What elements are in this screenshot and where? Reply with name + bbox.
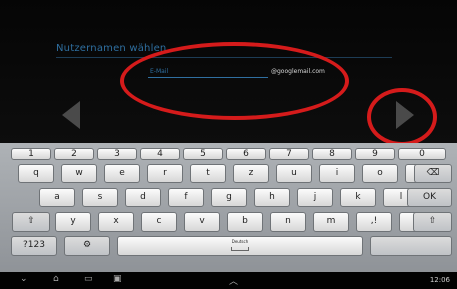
key-v[interactable]: v (184, 212, 220, 232)
system-navigation-bar: ⌄ ⌂ ▭ ▣ ︿ 12:06 (0, 272, 457, 289)
setup-screen: Nutzernamen wählen E-Mail @googlemail.co… (0, 0, 457, 289)
ok-key[interactable]: OK (407, 188, 452, 207)
screenshot-icon[interactable]: ▣ (113, 274, 122, 284)
email-highlight-oval (120, 42, 349, 120)
key-g[interactable]: g (211, 188, 247, 207)
key-o[interactable]: o (362, 164, 398, 183)
key-h[interactable]: h (254, 188, 290, 207)
back-chevron-icon[interactable]: ⌄ (20, 274, 28, 284)
spacebar-language-label: Deutsch (231, 239, 249, 244)
key-u[interactable]: u (276, 164, 312, 183)
key-7[interactable]: 7 (269, 148, 309, 160)
key-x[interactable]: x (98, 212, 134, 232)
key-3[interactable]: 3 (97, 148, 137, 160)
unused-right-key[interactable] (370, 236, 452, 256)
status-clock: 12:06 (429, 276, 450, 284)
key-y[interactable]: y (55, 212, 91, 232)
comma-exclamation-key[interactable]: ,! (356, 212, 392, 232)
settings-gear-icon[interactable]: ⚙ (64, 236, 110, 256)
key-r[interactable]: r (147, 164, 183, 183)
key-0[interactable]: 0 (398, 148, 446, 160)
backspace-key[interactable]: ⌫ (414, 164, 452, 183)
key-1[interactable]: 1 (11, 148, 51, 160)
symbols-key[interactable]: ?123 (11, 236, 57, 256)
key-8[interactable]: 8 (312, 148, 352, 160)
key-n[interactable]: n (270, 212, 306, 232)
account-setup-panel: Nutzernamen wählen E-Mail @googlemail.co… (0, 0, 457, 146)
key-2[interactable]: 2 (54, 148, 94, 160)
home-icon[interactable]: ⌂ (53, 274, 59, 284)
key-6[interactable]: 6 (226, 148, 266, 160)
key-4[interactable]: 4 (140, 148, 180, 160)
key-s[interactable]: s (82, 188, 118, 207)
right-shift-key[interactable]: ⇧ (413, 212, 452, 232)
key-w[interactable]: w (61, 164, 97, 183)
recent-apps-icon[interactable]: ▭ (84, 274, 93, 284)
key-d[interactable]: d (125, 188, 161, 207)
key-j[interactable]: j (297, 188, 333, 207)
key-a[interactable]: a (39, 188, 75, 207)
key-z[interactable]: z (233, 164, 269, 183)
key-5[interactable]: 5 (183, 148, 223, 160)
key-q[interactable]: q (18, 164, 54, 183)
key-i[interactable]: i (319, 164, 355, 183)
next-button-highlight-oval (367, 88, 437, 146)
key-c[interactable]: c (141, 212, 177, 232)
back-arrow-icon[interactable] (62, 101, 80, 129)
key-b[interactable]: b (227, 212, 263, 232)
keyboard-collapse-icon[interactable]: ︿ (229, 274, 238, 287)
key-t[interactable]: t (190, 164, 226, 183)
key-e[interactable]: e (104, 164, 140, 183)
spacebar[interactable]: Deutsch (117, 236, 363, 256)
key-9[interactable]: 9 (355, 148, 395, 160)
onscreen-keyboard: 1 2 3 4 5 6 7 8 9 0 q w e r t z u i o p … (0, 143, 457, 272)
left-shift-key[interactable]: ⇧ (12, 212, 50, 232)
page-title: Nutzernamen wählen (56, 43, 167, 54)
space-icon (231, 247, 249, 251)
key-k[interactable]: k (340, 188, 376, 207)
key-m[interactable]: m (313, 212, 349, 232)
key-f[interactable]: f (168, 188, 204, 207)
